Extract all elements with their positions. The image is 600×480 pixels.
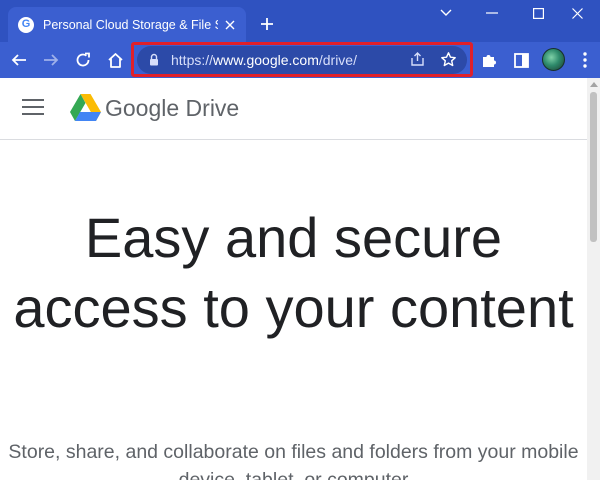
profile-avatar[interactable] xyxy=(542,48,565,71)
tab-title: Personal Cloud Storage & File Sh xyxy=(43,17,218,32)
hero-title: Easy and secure access to your content xyxy=(13,206,574,339)
page-scrollbar[interactable] xyxy=(587,78,600,480)
new-tab-plus-icon[interactable] xyxy=(256,13,278,35)
kebab-menu-icon[interactable] xyxy=(572,47,598,73)
extensions-puzzle-icon[interactable] xyxy=(476,47,502,73)
back-arrow-icon[interactable] xyxy=(6,47,32,73)
minimize-icon[interactable] xyxy=(469,0,515,26)
favicon-letter: G xyxy=(21,18,31,30)
tab-close-icon[interactable] xyxy=(222,17,238,33)
brand-name[interactable]: Google Drive xyxy=(105,95,239,122)
google-drive-logo-icon[interactable] xyxy=(70,94,101,127)
site-header: Google Drive xyxy=(0,78,587,140)
scroll-up-arrow-icon[interactable] xyxy=(590,82,598,87)
browser-tab[interactable]: G Personal Cloud Storage & File Sh xyxy=(8,7,246,42)
forward-arrow-icon[interactable] xyxy=(38,47,64,73)
side-panel-icon[interactable] xyxy=(508,47,534,73)
address-bar-highlight-box xyxy=(131,42,473,77)
reload-icon[interactable] xyxy=(70,47,96,73)
browser-chrome: G Personal Cloud Storage & File Sh https… xyxy=(0,0,600,78)
tab-search-chevron-down-icon[interactable] xyxy=(423,0,469,26)
hero-subtitle: Store, share, and collaborate on files a… xyxy=(8,441,579,480)
window-close-icon[interactable] xyxy=(554,0,600,26)
google-favicon-icon: G xyxy=(18,16,34,33)
hamburger-menu-icon[interactable] xyxy=(22,99,44,117)
web-page: Google Drive Easy and secure access to y… xyxy=(0,78,587,480)
tab-strip: G Personal Cloud Storage & File Sh xyxy=(0,0,600,42)
browser-toolbar: https://www.google.com/drive/ xyxy=(0,42,600,78)
home-icon[interactable] xyxy=(102,47,128,73)
scrollbar-thumb[interactable] xyxy=(590,92,597,242)
